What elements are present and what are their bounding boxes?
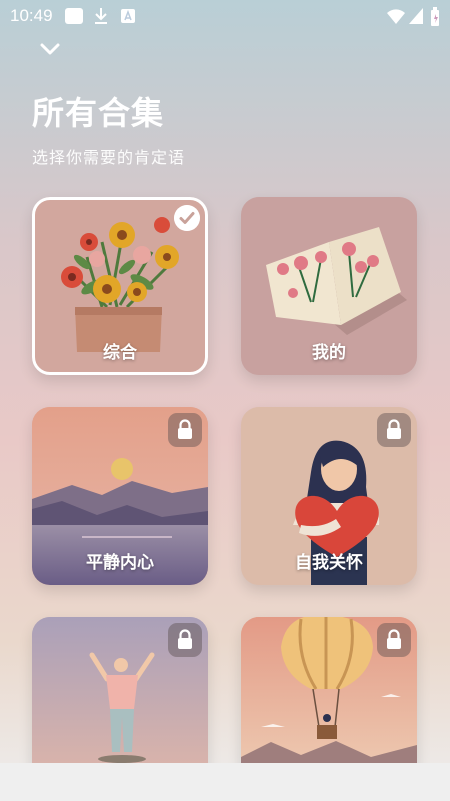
page-subtitle: 选择你需要的肯定语 xyxy=(32,148,186,167)
bottom-bar xyxy=(0,763,450,801)
page-title: 所有合集 xyxy=(32,94,165,132)
check-icon xyxy=(174,205,200,231)
collection-card-inner-peace[interactable]: 平静内心 xyxy=(32,407,208,585)
wifi-icon xyxy=(387,9,405,24)
collection-label: 自我关怀 xyxy=(295,553,363,573)
app-icon xyxy=(65,8,83,24)
collection-label: 综合 xyxy=(103,343,137,363)
collection-card-general[interactable]: 综合 xyxy=(32,197,208,375)
chevron-down-icon[interactable] xyxy=(34,36,66,64)
signal-icon xyxy=(409,8,423,24)
lock-icon xyxy=(168,623,202,657)
download-icon xyxy=(95,8,107,24)
battery-icon xyxy=(431,7,439,26)
collection-label: 平静内心 xyxy=(86,553,154,573)
lock-icon xyxy=(377,413,411,447)
collection-card-self-care[interactable]: 自我关怀 xyxy=(241,407,417,585)
font-icon xyxy=(121,9,135,23)
status-time: 10:49 xyxy=(10,6,53,25)
collection-card-mine[interactable]: 我的 xyxy=(241,197,417,375)
lock-icon xyxy=(377,623,411,657)
status-bar: 10:49 xyxy=(0,0,450,32)
collection-label: 我的 xyxy=(312,343,346,363)
lock-icon xyxy=(168,413,202,447)
